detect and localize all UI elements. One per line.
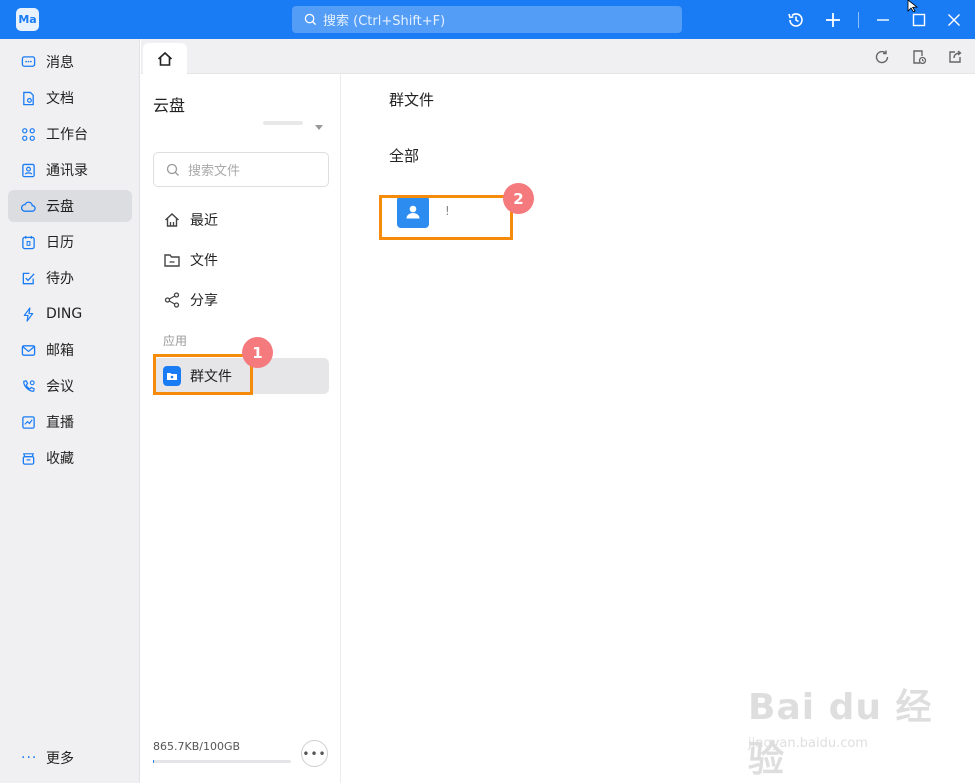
storage-usage-bar [153, 760, 291, 763]
file-search-input[interactable]: 搜索文件 [153, 152, 329, 187]
global-search-placeholder: 搜索 (Ctrl+Shift+F) [323, 14, 446, 29]
refresh-icon[interactable] [873, 48, 891, 66]
file-search-placeholder: 搜索文件 [188, 164, 241, 179]
share-out-icon[interactable] [946, 48, 964, 66]
cloud-icon [21, 201, 36, 212]
nav-item-cloud-drive[interactable]: 云盘 [8, 190, 132, 222]
message-icon [21, 55, 36, 67]
meeting-icon [23, 379, 35, 392]
nav-label: 邮箱 [46, 343, 74, 359]
plus-icon[interactable] [823, 10, 843, 30]
baidu-watermark: Bai du 经验 jingyan.baidu.com [748, 678, 938, 780]
cloud-drive-panel: 云盘 搜索文件 最近 文件 分享 应用 群文件 865.7KB/100GB ••… [141, 74, 341, 783]
mail-icon [21, 344, 36, 356]
search-icon [304, 13, 317, 26]
cloud-item-label: 文件 [190, 253, 218, 269]
cloud-item-recent[interactable]: 最近 [153, 202, 329, 238]
search-icon [166, 163, 179, 176]
favorites-icon [22, 452, 35, 465]
nav-label: 文档 [46, 91, 74, 107]
nav-item-todo[interactable]: 待办 [8, 262, 132, 294]
folder-icon [163, 251, 181, 269]
nav-label: 消息 [46, 55, 74, 71]
history-icon[interactable] [786, 10, 806, 30]
account-name-redacted [263, 121, 303, 125]
account-switcher[interactable] [153, 119, 323, 133]
nav-item-favorites[interactable]: 收藏 [8, 442, 132, 474]
nav-item-workbench[interactable]: 工作台 [8, 118, 132, 150]
nav-label: 通讯录 [46, 163, 88, 179]
more-icon: ••• [302, 746, 327, 761]
nav-item-live[interactable]: 直播 [8, 406, 132, 438]
more-icon: ··· [21, 750, 38, 766]
cloud-item-label: 分享 [190, 293, 218, 309]
workbench-icon [22, 127, 35, 141]
storage-usage-fill [153, 760, 154, 763]
maximize-icon[interactable] [909, 10, 929, 30]
nav-item-contacts[interactable]: 通讯录 [8, 154, 132, 186]
home-icon [163, 211, 181, 229]
step-badge-2: 2 [503, 183, 534, 214]
mouse-cursor-icon [907, 0, 919, 12]
chevron-down-icon [315, 125, 323, 130]
watermark-url: jingyan.baidu.com [748, 736, 868, 751]
minimize-icon[interactable] [873, 10, 893, 30]
highlight-box-step-2 [379, 195, 513, 240]
step-badge-1: 1 [242, 337, 273, 368]
tab-home[interactable] [143, 43, 187, 74]
calendar-icon [22, 235, 35, 249]
nav-label: 更多 [46, 751, 74, 767]
left-navigation: 消息 文档 工作台 通讯录 云盘 日历 待办 DING 邮箱 会议 直播 收藏 … [0, 39, 140, 783]
home-icon [157, 51, 173, 66]
storage-usage-text: 865.7KB/100GB [153, 740, 241, 753]
global-search-input[interactable]: 搜索 (Ctrl+Shift+F) [292, 6, 682, 33]
nav-item-calendar[interactable]: 日历 [8, 226, 132, 258]
watermark-logo-text: Bai du 经验 [748, 687, 933, 780]
nav-item-mail[interactable]: 邮箱 [8, 334, 132, 366]
nav-label: 工作台 [46, 127, 88, 143]
cloud-item-share[interactable]: 分享 [153, 282, 329, 318]
title-bar: Ma 搜索 (Ctrl+Shift+F) [0, 0, 975, 39]
titlebar-divider [858, 12, 859, 28]
nav-label: 会议 [46, 379, 74, 395]
apps-section-label: 应用 [163, 334, 188, 348]
highlight-box-step-1 [153, 354, 253, 395]
filter-all-label[interactable]: 全部 [389, 145, 419, 166]
nav-label: 日历 [46, 235, 74, 251]
share-icon [163, 291, 181, 309]
nav-item-documents[interactable]: 文档 [8, 82, 132, 114]
tab-strip [141, 39, 975, 74]
cloud-item-label: 最近 [190, 213, 218, 229]
nav-item-meeting[interactable]: 会议 [8, 370, 132, 402]
main-content: 群文件 全部 ! [342, 74, 975, 783]
more-options-button[interactable]: ••• [301, 740, 328, 767]
document-icon [23, 91, 34, 105]
nav-item-more[interactable]: ··· 更多 [8, 742, 132, 774]
cloud-item-files[interactable]: 文件 [153, 242, 329, 278]
nav-label: 待办 [46, 271, 74, 287]
live-icon [22, 415, 35, 429]
file-clock-icon[interactable] [910, 48, 928, 66]
page-title: 群文件 [389, 91, 435, 109]
nav-item-ding[interactable]: DING [8, 298, 132, 330]
contacts-icon [22, 163, 35, 177]
nav-label: 云盘 [46, 199, 74, 215]
cloud-drive-title: 云盘 [153, 96, 186, 115]
nav-label: DING [46, 306, 83, 322]
lightning-icon [23, 306, 34, 322]
todo-icon [22, 272, 35, 284]
nav-label: 直播 [46, 415, 74, 431]
app-logo[interactable]: Ma [16, 8, 39, 31]
nav-label: 收藏 [46, 451, 74, 467]
nav-item-messages[interactable]: 消息 [8, 46, 132, 78]
close-icon[interactable] [944, 10, 964, 30]
